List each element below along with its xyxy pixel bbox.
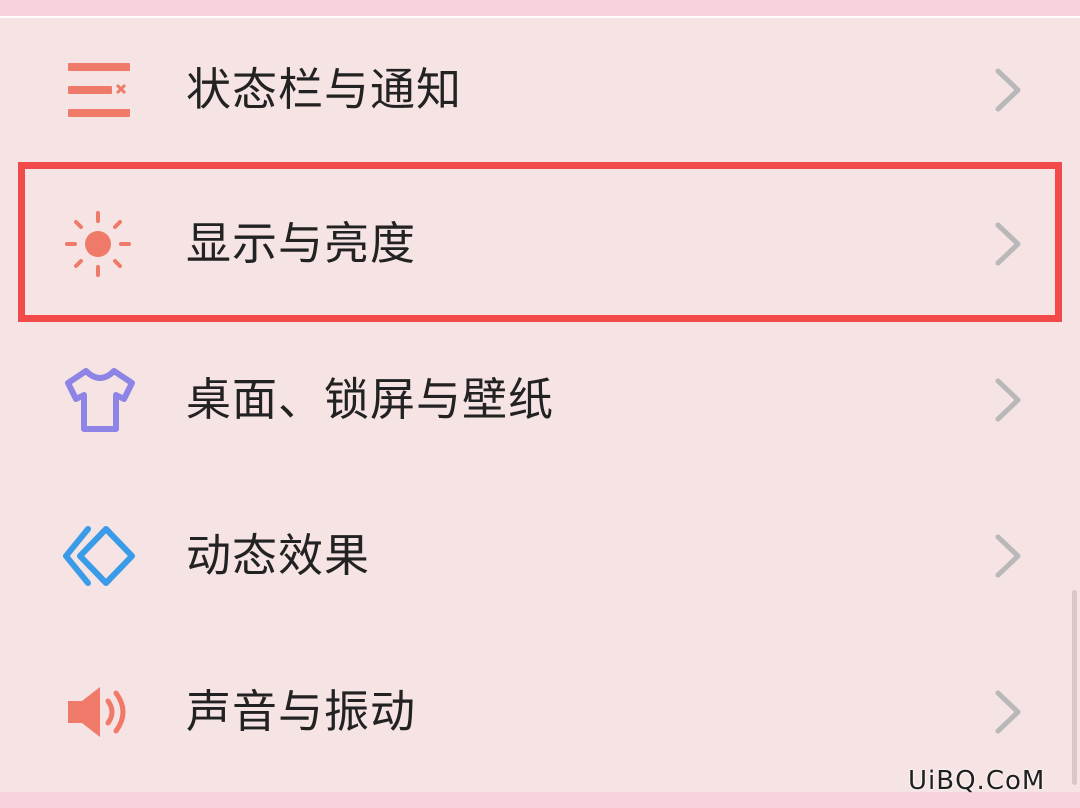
sun-brightness-icon (62, 209, 138, 279)
settings-item-label: 动态效果 (186, 529, 371, 582)
settings-item-status-bar-notifications[interactable]: 状态栏与通知 (0, 20, 1080, 160)
settings-item-label: 声音与振动 (186, 685, 417, 738)
chevron-right-icon (990, 220, 1024, 268)
settings-item-label: 显示与亮度 (186, 217, 417, 270)
shirt-theme-icon (62, 365, 138, 435)
diamond-animation-icon (62, 521, 138, 591)
scrollbar[interactable] (1072, 590, 1077, 785)
settings-list: 状态栏与通知 显示与亮度 桌面、锁屏与壁纸 动态效果 声音与振动 (0, 18, 1080, 792)
chevron-right-icon (990, 532, 1024, 580)
top-strip (0, 0, 1080, 16)
status-bar-notification-icon (62, 55, 138, 125)
settings-item-desktop-lockscreen-wallpaper[interactable]: 桌面、锁屏与壁纸 (0, 330, 1080, 470)
settings-item-label: 状态栏与通知 (186, 63, 463, 116)
watermark: UiBQ.CoM (908, 766, 1046, 796)
settings-item-label: 桌面、锁屏与壁纸 (186, 373, 555, 426)
chevron-right-icon (990, 688, 1024, 736)
settings-item-animation-effects[interactable]: 动态效果 (0, 486, 1080, 626)
chevron-right-icon (990, 66, 1024, 114)
chevron-right-icon (990, 376, 1024, 424)
speaker-sound-icon (62, 677, 138, 747)
settings-item-sound-vibration[interactable]: 声音与振动 (0, 642, 1080, 782)
settings-item-display-brightness[interactable]: 显示与亮度 (0, 174, 1080, 314)
